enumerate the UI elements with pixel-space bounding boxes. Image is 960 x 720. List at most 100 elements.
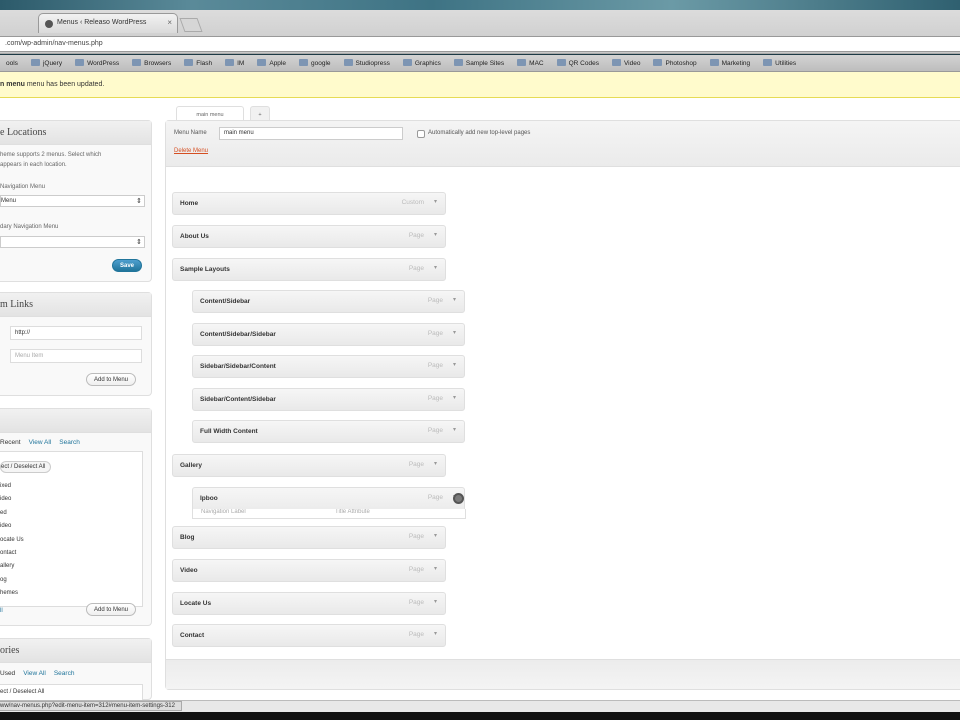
list-item[interactable]: og <box>0 574 142 587</box>
expand-arrow-icon[interactable]: ▾ <box>434 565 437 572</box>
menu-item[interactable]: Video Page ▾ <box>172 559 446 582</box>
bookmark-item[interactable]: QR Codes <box>551 55 606 71</box>
folder-icon <box>517 59 527 66</box>
bookmark-item[interactable]: google <box>293 55 338 71</box>
browser-tab[interactable]: Menus ‹ Releaso WordPress × <box>38 13 178 33</box>
categories-select-all[interactable]: ect / Deselect All <box>0 685 142 698</box>
bookmark-item[interactable]: Photoshop <box>647 55 703 71</box>
expand-arrow-icon[interactable]: ▾ <box>434 630 437 637</box>
bookmark-item[interactable]: Flash <box>178 55 219 71</box>
menu-item[interactable]: About Us Page ▾ <box>172 225 446 248</box>
primary-location-select[interactable]: Menu ⇕ <box>0 195 145 207</box>
bookmark-item[interactable]: Apple <box>251 55 293 71</box>
bookmark-item[interactable]: MAC <box>511 55 550 71</box>
list-item[interactable]: ideo <box>0 520 142 533</box>
bookmark-item[interactable]: ools <box>0 56 25 71</box>
expand-arrow-icon[interactable]: ▾ <box>434 264 437 271</box>
auto-add-checkbox[interactable] <box>417 130 425 138</box>
select-all-pill[interactable]: ect / Deselect All <box>0 461 52 473</box>
bookmark-item[interactable]: Sample Sites <box>448 55 511 71</box>
list-item[interactable]: allery <box>0 560 142 573</box>
bookmark-label: Apple <box>269 60 286 67</box>
list-item[interactable]: ideo <box>0 493 142 506</box>
close-tab-icon[interactable]: × <box>167 18 172 27</box>
menu-item-title: Locate Us <box>180 600 212 607</box>
tab-view-all-categories[interactable]: View All <box>23 670 46 677</box>
custom-link-url-input[interactable]: http:// <box>10 326 142 340</box>
menu-item-title: Home <box>180 200 199 207</box>
expand-arrow-icon[interactable]: ▾ <box>434 198 437 205</box>
folder-icon <box>611 59 621 66</box>
new-tab-button[interactable] <box>179 18 203 32</box>
tab-main-menu[interactable]: main menu <box>176 106 244 121</box>
delete-menu-link[interactable]: Delete Menu <box>174 148 208 154</box>
menu-item[interactable]: Locate Us Page ▾ <box>172 592 446 615</box>
bookmark-item[interactable]: Utilities <box>757 55 803 71</box>
expand-arrow-icon[interactable]: ▾ <box>453 329 456 336</box>
bookmark-item[interactable]: Marketing <box>704 55 758 71</box>
expand-arrow-icon[interactable]: ▾ <box>434 598 437 605</box>
expand-arrow-icon[interactable]: ▾ <box>453 296 456 303</box>
bookmark-label: Video <box>623 60 641 67</box>
menu-item-title: Sidebar/Sidebar/Content <box>200 363 276 370</box>
tab-search[interactable]: Search <box>59 439 80 446</box>
menu-item[interactable]: Contact Page ▾ <box>172 624 446 647</box>
expand-arrow-icon[interactable]: ▾ <box>434 460 437 467</box>
bookmark-label: WordPress <box>87 60 120 67</box>
tab-search-categories[interactable]: Search <box>54 670 75 677</box>
secondary-location-select[interactable]: ⇕ <box>0 236 145 248</box>
menu-item-title: Full Width Content <box>200 428 258 435</box>
expand-arrow-icon[interactable]: ▾ <box>453 394 456 401</box>
pages-footer-link[interactable]: ll <box>0 608 3 614</box>
bookmark-item[interactable]: WordPress <box>69 55 126 71</box>
folder-icon <box>75 59 85 66</box>
tab-most-used[interactable]: Used <box>0 670 15 677</box>
menu-name-input[interactable]: main menu <box>219 127 403 140</box>
categories-list: ect / Deselect All <box>0 684 143 701</box>
menu-item[interactable]: Sample Layouts Page ▾ <box>172 258 446 281</box>
bookmark-item[interactable]: Browsers <box>126 55 178 71</box>
list-item[interactable]: hemes <box>0 587 142 600</box>
menu-item-title: Blog <box>180 534 195 541</box>
menu-item[interactable]: Blog Page ▾ <box>172 526 446 549</box>
list-item[interactable]: ocate Us <box>0 534 142 547</box>
tab-most-recent[interactable]: Recent <box>0 439 21 446</box>
list-item[interactable]: ed <box>0 507 142 520</box>
menu-item[interactable]: Home Custom ▾ <box>172 192 446 215</box>
menu-item-type: Page <box>427 395 443 402</box>
save-locations-button[interactable]: Save <box>112 259 143 272</box>
add-pages-button[interactable]: Add to Menu <box>86 603 137 616</box>
bookmark-item[interactable]: jQuery <box>25 55 69 71</box>
bookmark-item[interactable]: Graphics <box>397 55 448 71</box>
select-arrow-icon: ⇕ <box>136 198 142 205</box>
custom-link-label-input[interactable]: Menu Item <box>10 349 142 363</box>
expand-arrow-icon[interactable]: ▾ <box>453 426 456 433</box>
menu-item[interactable]: Content/Sidebar Page ▾ <box>192 290 465 313</box>
url-text: .com/wp-admin/nav-menus.php <box>5 40 103 47</box>
menu-name-label: Menu Name <box>174 130 207 136</box>
bookmark-item[interactable]: Studiopress <box>338 55 397 71</box>
expand-arrow-icon[interactable]: ▾ <box>453 361 456 368</box>
address-bar[interactable]: .com/wp-admin/nav-menus.php <box>0 36 960 52</box>
folder-icon <box>343 59 353 66</box>
menu-item[interactable]: Full Width Content Page ▾ <box>192 420 465 443</box>
menu-item[interactable]: Content/Sidebar/Sidebar Page ▾ <box>192 323 465 346</box>
list-item[interactable]: ontact <box>0 547 142 560</box>
add-menu-tab[interactable]: + <box>250 106 270 121</box>
bookmark-label: IM <box>237 60 245 67</box>
tab-view-all[interactable]: View All <box>29 439 52 446</box>
list-item[interactable]: ixed <box>0 480 142 493</box>
bookmark-item[interactable]: Video <box>606 55 648 71</box>
desktop-taskbar <box>0 712 960 720</box>
primary-location-label: Navigation Menu <box>0 184 46 190</box>
expand-arrow-icon[interactable]: ▾ <box>434 231 437 238</box>
folder-icon <box>402 59 412 66</box>
pages-box-header <box>0 409 151 433</box>
menu-item[interactable]: Gallery Page ▾ <box>172 454 446 477</box>
bookmark-item[interactable]: IM <box>219 55 251 71</box>
expand-arrow-icon[interactable]: ▾ <box>434 532 437 539</box>
custom-links-box: m Links http:// Menu Item Add to Menu <box>0 292 152 396</box>
menu-item[interactable]: Sidebar/Sidebar/Content Page ▾ <box>192 355 465 378</box>
menu-item[interactable]: Sidebar/Content/Sidebar Page ▾ <box>192 388 465 411</box>
add-custom-link-button[interactable]: Add to Menu <box>86 373 137 386</box>
